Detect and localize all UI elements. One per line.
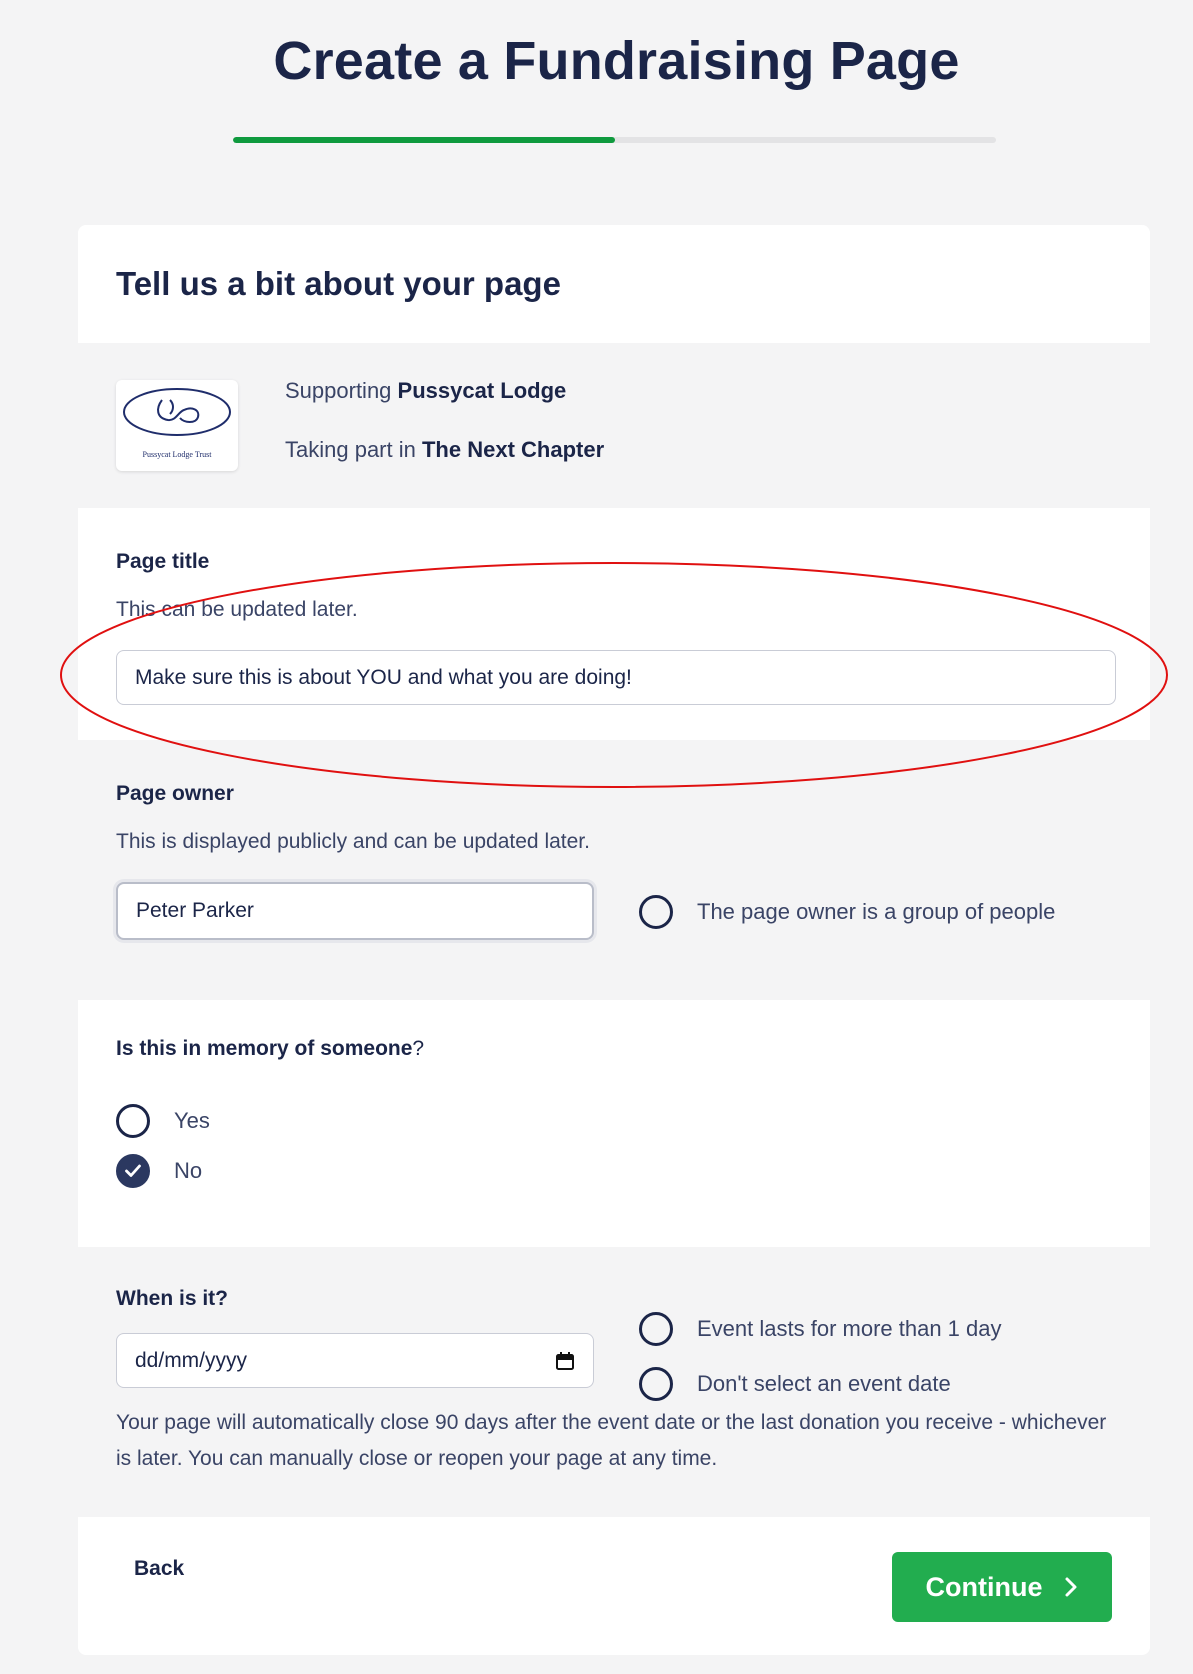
page-owner-section <box>78 740 1150 1000</box>
page-owner-input[interactable]: Peter Parker <box>116 882 594 940</box>
charity-logo: Pussycat Lodge Trust <box>116 380 238 471</box>
page-title-input[interactable]: Make sure this is about YOU and what you… <box>116 650 1116 705</box>
logo-caption: Pussycat Lodge Trust <box>142 450 212 459</box>
page-title-label: Page title <box>116 550 210 573</box>
memory-question-text: Is this in memory of someone <box>116 1037 413 1060</box>
event-date-placeholder: dd/mm/yyyy <box>135 1348 248 1372</box>
continue-button[interactable]: Continue <box>892 1552 1112 1622</box>
event-line: Taking part in The Next Chapter <box>285 437 604 463</box>
multi-day-radio[interactable] <box>639 1312 673 1346</box>
memory-no-label: No <box>174 1158 203 1183</box>
no-date-label: Don't select an event date <box>697 1371 951 1396</box>
group-owner-option[interactable]: The page owner is a group of people <box>639 895 1055 929</box>
no-date-option[interactable]: Don't select an event date <box>639 1367 951 1401</box>
form-card: Tell us a bit about your page Pussycat L… <box>78 225 1150 1655</box>
group-owner-label: The page owner is a group of people <box>697 899 1056 924</box>
group-owner-radio[interactable] <box>639 895 673 929</box>
check-icon <box>125 1164 141 1177</box>
back-button[interactable]: Back <box>134 1557 184 1581</box>
supporting-prefix: Supporting <box>285 378 392 403</box>
event-date-input[interactable]: dd/mm/yyyy <box>116 1333 594 1388</box>
continue-label: Continue <box>925 1571 1043 1602</box>
memory-question-mark: ? <box>412 1037 425 1060</box>
supporting-line: Supporting Pussycat Lodge <box>285 378 566 404</box>
chevron-right-icon <box>1065 1577 1077 1597</box>
multi-day-option[interactable]: Event lasts for more than 1 day <box>639 1312 1002 1346</box>
support-summary: Pussycat Lodge Trust Supporting Pussycat… <box>78 343 1150 508</box>
charity-name: Pussycat Lodge <box>397 378 567 403</box>
page-title: Create a Fundraising Page <box>273 31 960 91</box>
page-title-help: This can be updated later. <box>116 598 358 621</box>
calendar-icon[interactable] <box>555 1351 575 1371</box>
event-prefix: Taking part in <box>285 437 416 462</box>
auto-close-note: Your page will automatically close 90 da… <box>116 1411 1107 1470</box>
page-owner-label: Page owner <box>116 782 234 805</box>
card-heading: Tell us a bit about your page <box>116 265 561 302</box>
page-owner-help: This is displayed publicly and can be up… <box>116 830 590 853</box>
progress-bar <box>233 137 996 143</box>
memory-option-yes[interactable]: Yes <box>116 1104 210 1138</box>
memory-yes-label: Yes <box>174 1108 210 1133</box>
progress-bar-fill <box>233 137 615 143</box>
no-date-radio[interactable] <box>639 1367 673 1401</box>
memory-yes-radio[interactable] <box>116 1104 150 1138</box>
event-date-label: When is it? <box>116 1287 228 1310</box>
memory-no-radio[interactable] <box>116 1154 150 1188</box>
memory-option-no[interactable]: No <box>116 1154 202 1188</box>
event-name: The Next Chapter <box>421 437 605 462</box>
memory-question: Is this in memory of someone? <box>116 1037 424 1061</box>
multi-day-label: Event lasts for more than 1 day <box>697 1316 1002 1341</box>
